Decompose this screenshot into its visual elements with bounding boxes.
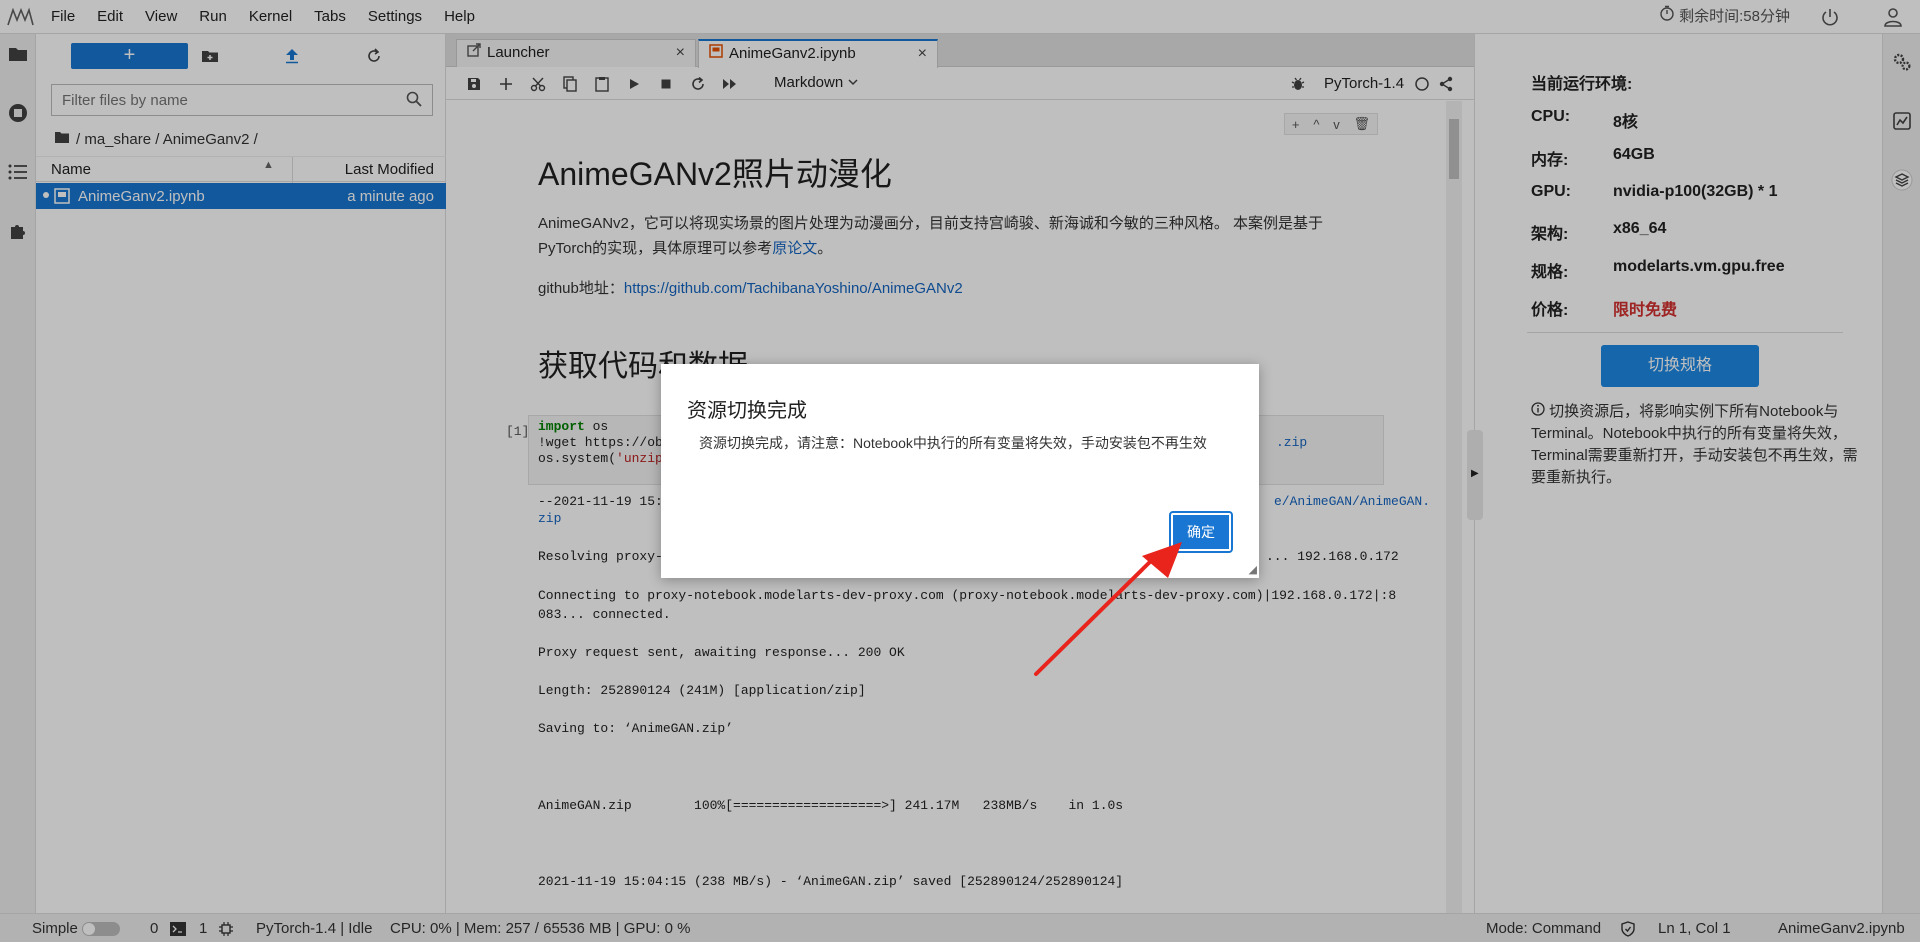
resize-handle-icon[interactable]: ◢ (1249, 563, 1257, 576)
dialog-title: 资源切换完成 (687, 400, 807, 422)
annotation-arrow-icon (1034, 542, 1182, 676)
dialog-body: 资源切换完成，请注意：Notebook中执行的所有变量将失效，手动安装包不再生效 (699, 435, 1207, 451)
